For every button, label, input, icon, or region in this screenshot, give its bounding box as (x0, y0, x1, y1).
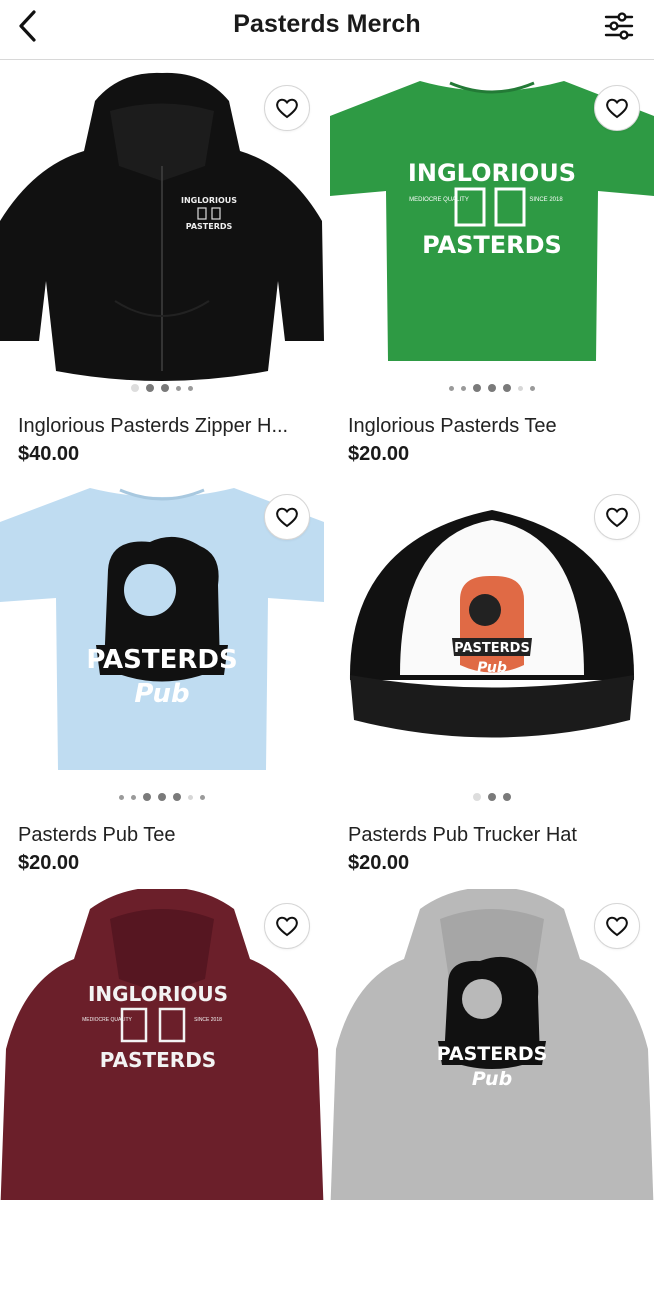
product-price: $20.00 (348, 852, 410, 874)
svg-text:PASTERDS: PASTERDS (454, 641, 530, 656)
heart-icon (606, 507, 628, 528)
product-image-carousel[interactable]: PASTERDS Pub (330, 889, 654, 1200)
product-image-carousel[interactable]: INGLORIOUS PASTERDS MEDIOCRE QUALITY SIN… (0, 889, 324, 1200)
carousel-indicator (0, 383, 324, 393)
svg-text:SINCE 2018: SINCE 2018 (529, 197, 563, 203)
product-image-carousel[interactable]: INGLORIOUS PASTERDS (0, 71, 324, 401)
filter-button[interactable] (604, 11, 634, 41)
sliders-icon (604, 12, 634, 40)
svg-text:Pub: Pub (134, 679, 189, 709)
svg-text:INGLORIOUS: INGLORIOUS (181, 196, 237, 205)
favorite-button[interactable] (264, 494, 310, 540)
svg-text:PASTERDS: PASTERDS (86, 645, 237, 675)
svg-text:MEDIOCRE QUALITY: MEDIOCRE QUALITY (82, 1017, 132, 1023)
heart-icon (276, 507, 298, 528)
carousel-indicator (330, 383, 654, 393)
page-title: Pasterds Merch (233, 10, 421, 38)
favorite-button[interactable] (594, 494, 640, 540)
favorite-button[interactable] (264, 85, 310, 131)
carousel-indicator (0, 792, 324, 802)
product-title[interactable]: Pasterds Pub Tee (18, 824, 318, 847)
heart-icon (606, 916, 628, 937)
product-title[interactable]: Inglorious Pasterds Zipper H... (18, 415, 318, 438)
svg-text:SINCE 2018: SINCE 2018 (194, 1017, 222, 1023)
carousel-indicator (330, 792, 654, 802)
product-price: $20.00 (18, 852, 80, 874)
product-card[interactable]: INGLORIOUS PASTERDS Inglorious Pasterds … (0, 71, 324, 481)
svg-text:INGLORIOUS: INGLORIOUS (408, 159, 576, 187)
svg-text:MEDIOCRE QUALITY: MEDIOCRE QUALITY (409, 197, 469, 203)
product-image-carousel[interactable]: PASTERDS Pub (0, 480, 324, 810)
product-price: $20.00 (348, 443, 410, 465)
product-title[interactable]: Pasterds Pub Trucker Hat (348, 824, 648, 847)
favorite-button[interactable] (594, 903, 640, 949)
product-card[interactable]: PASTERDS Pub Pasterds Pub Trucker Hat $2… (330, 480, 654, 890)
heart-icon (276, 916, 298, 937)
svg-text:INGLORIOUS: INGLORIOUS (88, 982, 228, 1006)
svg-text:PASTERDS: PASTERDS (186, 222, 233, 231)
product-image-carousel[interactable]: INGLORIOUS PASTERDS MEDIOCRE QUALITY SIN… (330, 71, 654, 401)
favorite-button[interactable] (264, 903, 310, 949)
heart-icon (276, 98, 298, 119)
product-card[interactable]: INGLORIOUS PASTERDS MEDIOCRE QUALITY SIN… (330, 71, 654, 481)
product-image-carousel[interactable]: PASTERDS Pub (330, 480, 654, 810)
product-title[interactable]: Inglorious Pasterds Tee (348, 415, 648, 438)
favorite-button[interactable] (594, 85, 640, 131)
product-card[interactable]: PASTERDS Pub (330, 889, 654, 1299)
product-card[interactable]: INGLORIOUS PASTERDS MEDIOCRE QUALITY SIN… (0, 889, 324, 1299)
product-price: $40.00 (18, 443, 80, 465)
svg-text:PASTERDS: PASTERDS (437, 1043, 548, 1065)
product-card[interactable]: PASTERDS Pub Pasterds Pub Tee $20.00 (0, 480, 324, 890)
svg-text:PASTERDS: PASTERDS (422, 231, 562, 259)
svg-text:PASTERDS: PASTERDS (100, 1048, 216, 1072)
svg-text:Pub: Pub (472, 1068, 512, 1090)
svg-text:Pub: Pub (477, 660, 507, 676)
top-app-bar: Pasterds Merch (0, 0, 654, 60)
heart-icon (606, 98, 628, 119)
pasterds-pub-logo: PASTERDS Pub (452, 575, 532, 676)
